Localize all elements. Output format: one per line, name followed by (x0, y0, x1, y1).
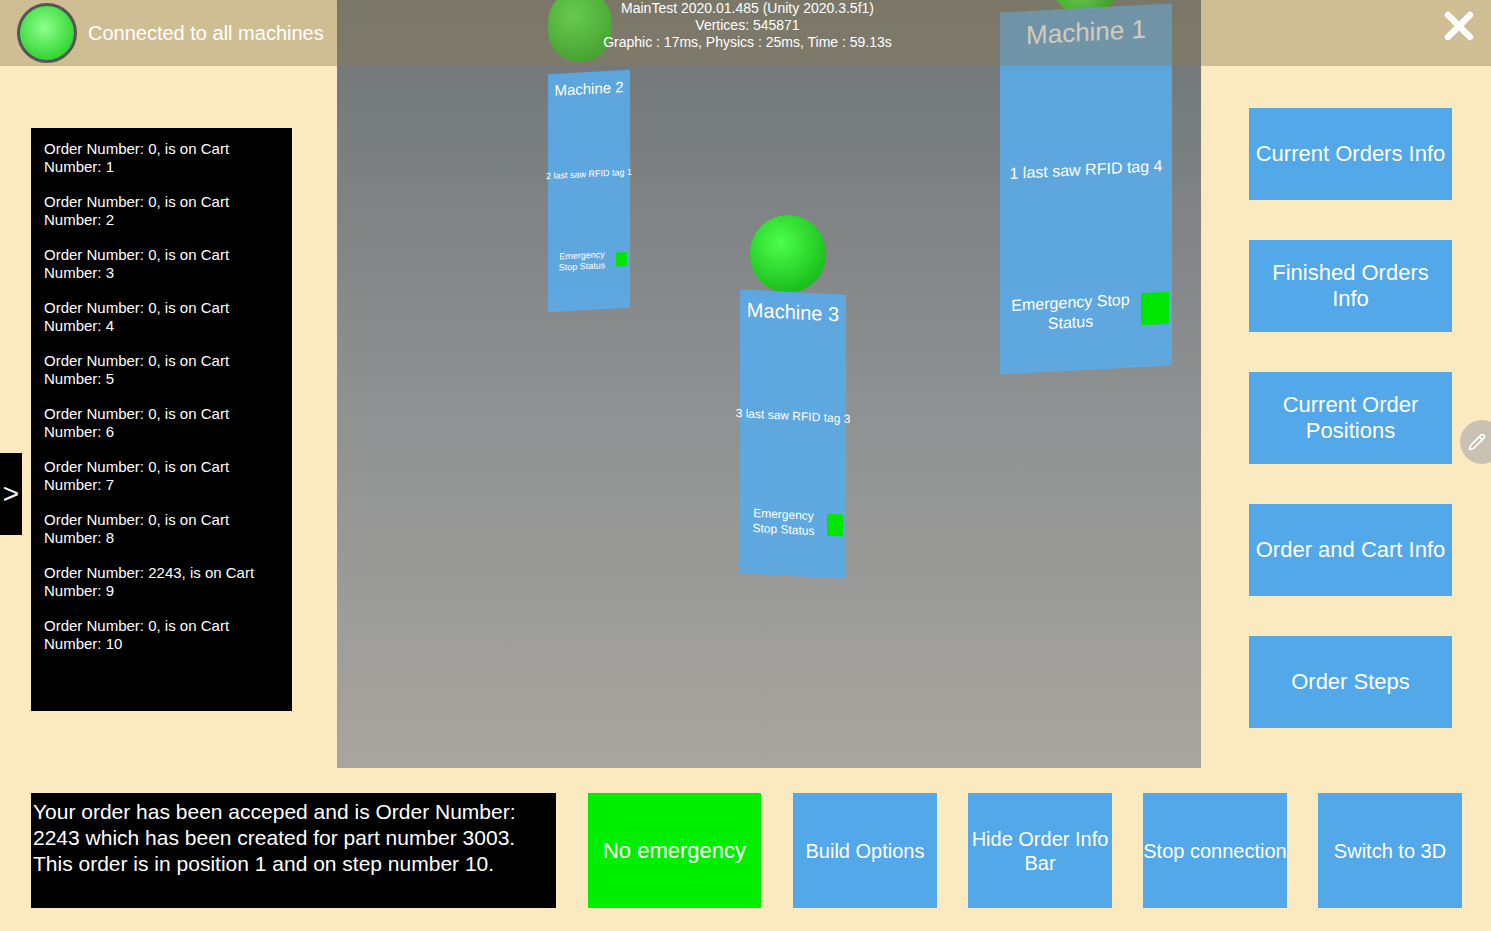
debug-line: MainTest 2020.01.485 (Unity 2020.3.5f1) (621, 0, 874, 17)
menu-button[interactable]: Current Order Positions (1249, 372, 1452, 464)
menu-button[interactable]: Current Orders Info (1249, 108, 1452, 200)
machine-name: Machine 3 (747, 298, 839, 328)
cart-order-item: Order Number: 0, is on Cart Number: 2 (44, 193, 279, 229)
cart-order-item: Order Number: 0, is on Cart Number: 10 (44, 617, 279, 653)
debug-line: Graphic : 17ms, Physics : 25ms, Time : 5… (603, 34, 892, 51)
machine-rfid: 3 last saw RFID tag 3 (736, 406, 851, 427)
estop-label: Emergency Stop Status (743, 505, 824, 539)
order-message: Your order has been acceped and is Order… (31, 793, 556, 908)
menu-button[interactable]: Order Steps (1249, 636, 1452, 728)
action-button[interactable]: Build Options (793, 793, 937, 908)
menu-button[interactable]: Finished Orders Info (1249, 240, 1452, 332)
emergency-button[interactable]: No emergency (588, 793, 761, 908)
camera-view: Machine 2 2 last saw RFID tag 1 Emergency … (337, 0, 1201, 768)
main-row: Order Number: 0, is on Cart Number: 1 Ord… (0, 0, 1491, 768)
app: Order Number: 0, is on Cart Number: 1 Ord… (0, 0, 1491, 931)
debug-line: Vertices: 545871 (695, 17, 799, 34)
cart-order-item: Order Number: 0, is on Cart Number: 4 (44, 299, 279, 335)
machine-panel[interactable]: Machine 2 2 last saw RFID tag 1 Emergency … (548, 70, 630, 312)
debug-info: MainTest 2020.01.485 (Unity 2020.3.5f1)V… (560, 0, 935, 51)
machine-rfid: 2 last saw RFID tag 1 (546, 166, 632, 182)
estop-indicator (616, 252, 627, 267)
cart-order-list: Order Number: 0, is on Cart Number: 1 Ord… (31, 128, 292, 711)
bottom-bar: Your order has been acceped and is Order… (0, 768, 1491, 908)
machine-sphere (750, 215, 826, 293)
machine-rfid: 1 last saw RFID tag 4 (1010, 156, 1163, 184)
cart-order-item: Order Number: 0, is on Cart Number: 7 (44, 458, 279, 494)
close-button[interactable] (1437, 4, 1481, 48)
machine-name: Machine 2 (554, 78, 623, 100)
cart-order-item: Order Number: 0, is on Cart Number: 8 (44, 511, 279, 547)
connection-label: Connected to all machines (88, 18, 324, 48)
cart-order-item: Order Number: 0, is on Cart Number: 6 (44, 405, 279, 441)
estop-label: Emergency Stop Status (551, 248, 613, 274)
estop-indicator (827, 514, 843, 537)
side-expand-tab[interactable]: > (0, 453, 22, 535)
estop-indicator (1141, 292, 1169, 325)
cart-order-item: Order Number: 0, is on Cart Number: 5 (44, 352, 279, 388)
action-button[interactable]: Hide Order Info Bar (968, 793, 1112, 908)
top-bar: Connected to all machines MainTest 2020.0… (0, 0, 1491, 66)
connection-indicator (17, 3, 77, 63)
close-icon (1437, 4, 1481, 48)
machine-panel[interactable]: Machine 33 last saw RFID tag 3Emergency … (740, 289, 846, 579)
estop-label: Emergency Stop Status (1003, 289, 1138, 336)
edit-handle[interactable] (1460, 420, 1491, 464)
action-button[interactable]: Stop connection (1143, 793, 1287, 908)
cart-order-item: Order Number: 2243, is on Cart Number: 9 (44, 564, 279, 600)
action-button[interactable]: Switch to 3D (1318, 793, 1462, 908)
cart-order-item: Order Number: 0, is on Cart Number: 1 (44, 140, 279, 176)
menu-button[interactable]: Order and Cart Info (1249, 504, 1452, 596)
right-menu: Current Orders Info Finished Orders Info C… (1201, 0, 1491, 768)
left-column: Order Number: 0, is on Cart Number: 1 Ord… (0, 0, 337, 768)
pencil-icon (1468, 433, 1486, 451)
cart-order-item: Order Number: 0, is on Cart Number: 3 (44, 246, 279, 282)
